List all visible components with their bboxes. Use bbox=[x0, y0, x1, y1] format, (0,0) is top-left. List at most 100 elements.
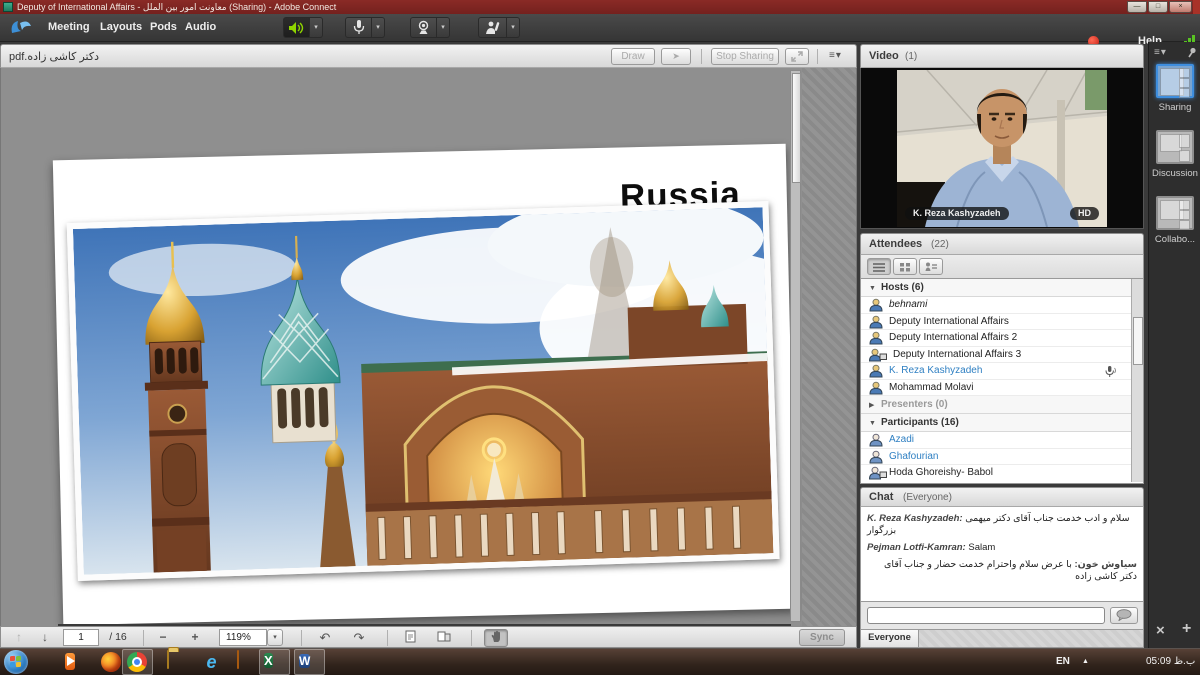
attendees-toolbar bbox=[860, 255, 1144, 279]
attendee-name: Deputy International Affairs 3 bbox=[893, 349, 1021, 360]
zoom-dropdown-button[interactable]: ▾ bbox=[267, 629, 283, 646]
layout-collaboration-thumbnail[interactable] bbox=[1156, 196, 1194, 230]
participant-sharing-icon bbox=[869, 466, 887, 480]
sync-button[interactable]: Sync bbox=[799, 629, 845, 646]
media-player-icon[interactable] bbox=[64, 651, 87, 674]
tab-everyone[interactable]: Everyone bbox=[861, 630, 919, 647]
start-button[interactable] bbox=[4, 650, 28, 674]
attendee-row-self[interactable]: K. Reza Kashyzadeh bbox=[861, 363, 1143, 380]
raise-hand-caret[interactable]: ▾ bbox=[507, 17, 520, 38]
raise-hand-button[interactable] bbox=[478, 17, 507, 38]
share-pod-menu-icon[interactable]: ≡▾ bbox=[829, 50, 842, 61]
attendee-row[interactable]: Deputy International Affairs 3 bbox=[861, 347, 1143, 364]
menu-audio[interactable]: Audio bbox=[185, 21, 216, 33]
fit-page-icon bbox=[437, 630, 451, 643]
zoom-in-button[interactable]: + bbox=[185, 630, 205, 646]
file-explorer-icon[interactable] bbox=[166, 651, 189, 674]
fit-page-button[interactable] bbox=[434, 630, 454, 646]
layout-menu-icon[interactable]: ≡▾ bbox=[1154, 47, 1167, 58]
tray-expand-icon[interactable]: ▲ bbox=[1082, 658, 1089, 665]
share-vertical-scrollbar[interactable] bbox=[790, 70, 801, 622]
close-button[interactable]: × bbox=[1169, 1, 1192, 13]
menu-pods[interactable]: Pods bbox=[150, 21, 177, 33]
chat-sender: K. Reza Kashyzadeh: bbox=[867, 513, 963, 524]
attendee-group-participants[interactable]: ▼Participants (16) bbox=[861, 414, 1143, 432]
chat-pod-title: Chat bbox=[869, 491, 893, 503]
send-message-button[interactable] bbox=[1110, 607, 1138, 624]
attendee-row[interactable]: Deputy International Affairs bbox=[861, 314, 1143, 331]
stop-sharing-button[interactable]: Stop Sharing bbox=[711, 48, 779, 65]
share-scrollbar-thumb[interactable] bbox=[792, 73, 801, 183]
clock[interactable]: 05:09 ب.ظ bbox=[1146, 656, 1195, 667]
share-pod-content: Russia bbox=[0, 68, 857, 626]
attendee-name: Azadi bbox=[889, 434, 914, 445]
microphone-button[interactable] bbox=[345, 17, 372, 38]
pointer-tool-button[interactable]: ➤ bbox=[661, 48, 691, 65]
attendee-list-view-button[interactable] bbox=[867, 258, 891, 275]
windows-flag-icon bbox=[10, 656, 22, 667]
host-icon bbox=[869, 364, 883, 378]
attendee-group-presenters[interactable]: ▶Presenters (0) bbox=[861, 396, 1143, 414]
layout-sharing-thumbnail[interactable] bbox=[1156, 64, 1194, 98]
language-indicator[interactable]: EN bbox=[1056, 656, 1070, 667]
chat-message: سیاوش خون: با عرض سلام واحترام خدمت حضار… bbox=[867, 559, 1137, 583]
attendee-row[interactable]: behnami bbox=[861, 297, 1143, 314]
chat-pod-scope: (Everyone) bbox=[903, 492, 952, 503]
host-sharing-icon bbox=[869, 348, 887, 362]
chat-message: K. Reza Kashyzadeh: سلام و ادب خدمت جناب… bbox=[867, 513, 1137, 537]
chrome-icon[interactable] bbox=[126, 651, 149, 674]
attendee-group-hosts[interactable]: ▼Hosts (6) bbox=[861, 279, 1143, 297]
host-icon bbox=[869, 315, 883, 329]
microphone-caret[interactable]: ▾ bbox=[372, 17, 385, 38]
office-app-icon[interactable] bbox=[236, 651, 259, 674]
rotate-right-button[interactable]: ↷ bbox=[349, 630, 369, 646]
excel-icon[interactable]: X bbox=[263, 651, 286, 674]
fit-width-button[interactable] bbox=[401, 630, 421, 646]
attendee-row[interactable]: Deputy International Affairs 2 bbox=[861, 330, 1143, 347]
zoom-level-field[interactable]: 119% bbox=[219, 629, 267, 646]
speaker-button[interactable] bbox=[283, 17, 310, 38]
minimize-button[interactable]: — bbox=[1127, 1, 1147, 13]
hd-badge: HD bbox=[1070, 207, 1099, 220]
slide-photo-russian-cathedral bbox=[67, 201, 780, 581]
chat-input[interactable] bbox=[867, 607, 1105, 624]
attendee-name: Deputy International Affairs bbox=[889, 316, 1009, 327]
zoom-out-button[interactable]: − bbox=[153, 630, 173, 646]
attendee-status-view-button[interactable] bbox=[919, 258, 943, 275]
group-label: Participants (16) bbox=[881, 417, 959, 428]
word-icon[interactable]: W bbox=[298, 651, 321, 674]
attendee-row[interactable]: Mohammad Molavi bbox=[861, 380, 1143, 397]
draw-button[interactable]: Draw bbox=[611, 48, 655, 65]
attendee-name: Deputy International Affairs 2 bbox=[889, 332, 1017, 343]
firefox-icon[interactable] bbox=[100, 651, 123, 674]
desktop-edge bbox=[1193, 0, 1200, 14]
fullscreen-button[interactable] bbox=[785, 48, 809, 65]
webcam-button[interactable] bbox=[410, 17, 437, 38]
attendees-scrollbar[interactable] bbox=[1131, 279, 1143, 482]
attendee-row[interactable]: Ghafourian bbox=[861, 449, 1143, 466]
slide-page: Russia bbox=[53, 144, 796, 626]
remove-layout-button[interactable]: × bbox=[1156, 622, 1165, 639]
attendees-scrollbar-thumb[interactable] bbox=[1133, 317, 1143, 365]
webcam-caret[interactable]: ▾ bbox=[437, 17, 450, 38]
page-number-input[interactable]: 1 bbox=[63, 629, 99, 646]
layout-discussion-thumbnail[interactable] bbox=[1156, 130, 1194, 164]
attendee-row[interactable]: Azadi bbox=[861, 432, 1143, 449]
pan-hand-tool-button[interactable] bbox=[484, 629, 508, 647]
pin-icon[interactable] bbox=[1187, 47, 1197, 58]
rotate-left-button[interactable]: ↶ bbox=[315, 630, 335, 646]
attendee-grid-view-button[interactable] bbox=[893, 258, 917, 275]
menu-layouts[interactable]: Layouts bbox=[100, 21, 142, 33]
chat-sender: سیاوش خون: bbox=[1074, 559, 1137, 570]
menu-meeting[interactable]: Meeting bbox=[48, 21, 90, 33]
add-layout-button[interactable]: + bbox=[1182, 620, 1191, 638]
page-down-button[interactable]: ↓ bbox=[37, 630, 53, 646]
host-icon bbox=[869, 298, 883, 312]
list-view-icon bbox=[873, 263, 885, 272]
speaker-caret[interactable]: ▾ bbox=[310, 17, 323, 38]
internet-explorer-icon[interactable]: e bbox=[200, 651, 223, 674]
page-up-button[interactable]: ↑ bbox=[11, 630, 27, 646]
shared-document-title: دکتر کاشی زاده.pdf bbox=[9, 50, 99, 63]
maximize-button[interactable]: □ bbox=[1148, 1, 1168, 13]
attendee-row[interactable]: Hoda Ghoreishy- Babol bbox=[861, 465, 1143, 482]
